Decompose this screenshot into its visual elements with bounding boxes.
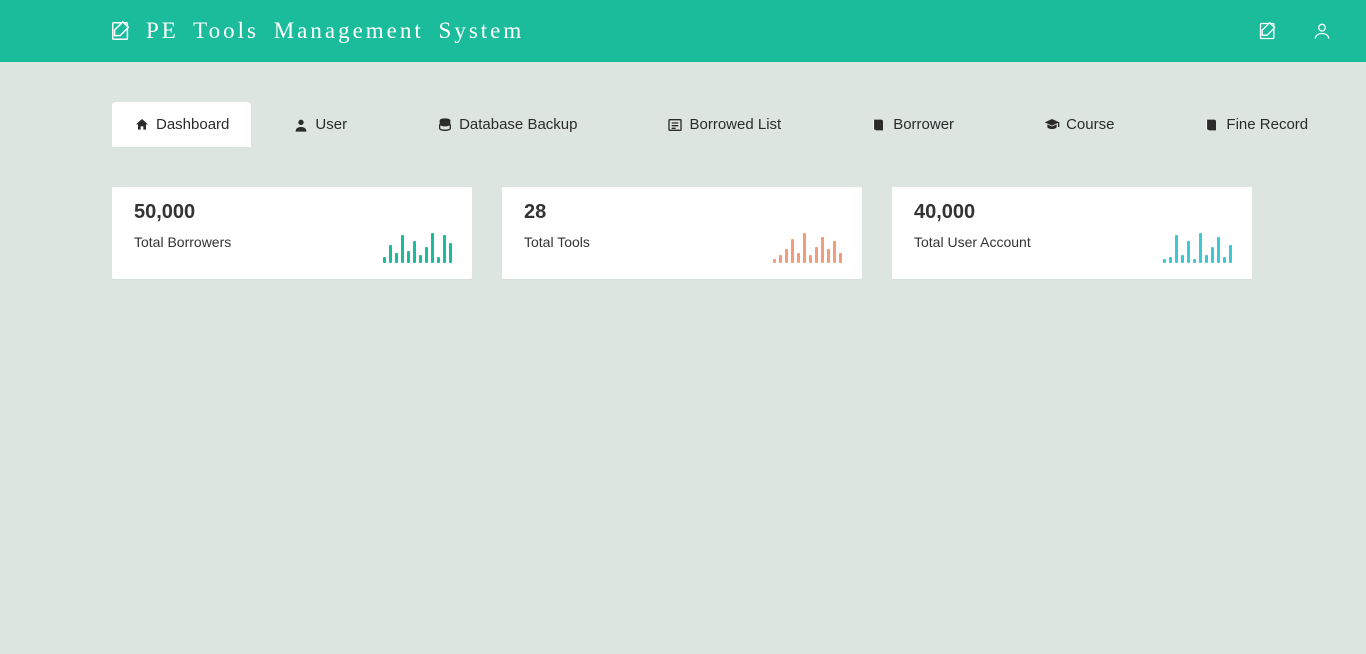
tab-user[interactable]: User [271, 102, 369, 147]
stat-label: Total User Account [914, 234, 1163, 250]
tab-borrowed-list[interactable]: Borrowed List [645, 102, 803, 147]
card-total-tools: 28 Total Tools [502, 187, 862, 279]
compose-icon[interactable] [1258, 21, 1278, 41]
content-area: Dashboard User Database Backup Borrowed … [0, 102, 1366, 279]
topbar-actions [1258, 21, 1336, 41]
tab-label: Fine Record [1226, 116, 1308, 133]
tab-dashboard[interactable]: Dashboard [112, 102, 251, 147]
user-icon [293, 117, 309, 133]
stat-label: Total Tools [524, 234, 773, 250]
card-total-user-account: 40,000 Total User Account [892, 187, 1252, 279]
tab-fine-record[interactable]: Fine Record [1182, 102, 1330, 147]
database-icon [437, 117, 453, 133]
list-icon [667, 117, 683, 133]
tab-label: Dashboard [156, 116, 229, 133]
stat-value: 50,000 [134, 201, 383, 224]
app-title: PE Tools Management System [146, 18, 524, 44]
tab-course[interactable]: Course [1022, 102, 1136, 147]
tab-borrower[interactable]: Borrower [849, 102, 976, 147]
tab-label: Database Backup [459, 116, 577, 133]
edit-note-icon [110, 20, 132, 42]
tab-label: Borrower [893, 116, 954, 133]
sparkline-icon [1163, 227, 1232, 265]
home-icon [134, 117, 150, 133]
tab-label: Borrowed List [689, 116, 781, 133]
stat-cards: 50,000 Total Borrowers 28 Total Tools 40… [112, 187, 1254, 279]
tab-label: User [315, 116, 347, 133]
card-total-borrowers: 50,000 Total Borrowers [112, 187, 472, 279]
graduation-cap-icon [1044, 117, 1060, 133]
user-account-icon[interactable] [1312, 21, 1332, 41]
sparkline-icon [383, 227, 452, 265]
brand: PE Tools Management System [110, 18, 524, 44]
tab-label: Course [1066, 116, 1114, 133]
tab-database-backup[interactable]: Database Backup [415, 102, 599, 147]
stat-value: 40,000 [914, 201, 1163, 224]
stat-value: 28 [524, 201, 773, 224]
sparkline-icon [773, 227, 842, 265]
book-icon [1204, 117, 1220, 133]
stat-label: Total Borrowers [134, 234, 383, 250]
topbar: PE Tools Management System [0, 0, 1366, 62]
book-icon [871, 117, 887, 133]
nav-tabs: Dashboard User Database Backup Borrowed … [112, 102, 1254, 147]
